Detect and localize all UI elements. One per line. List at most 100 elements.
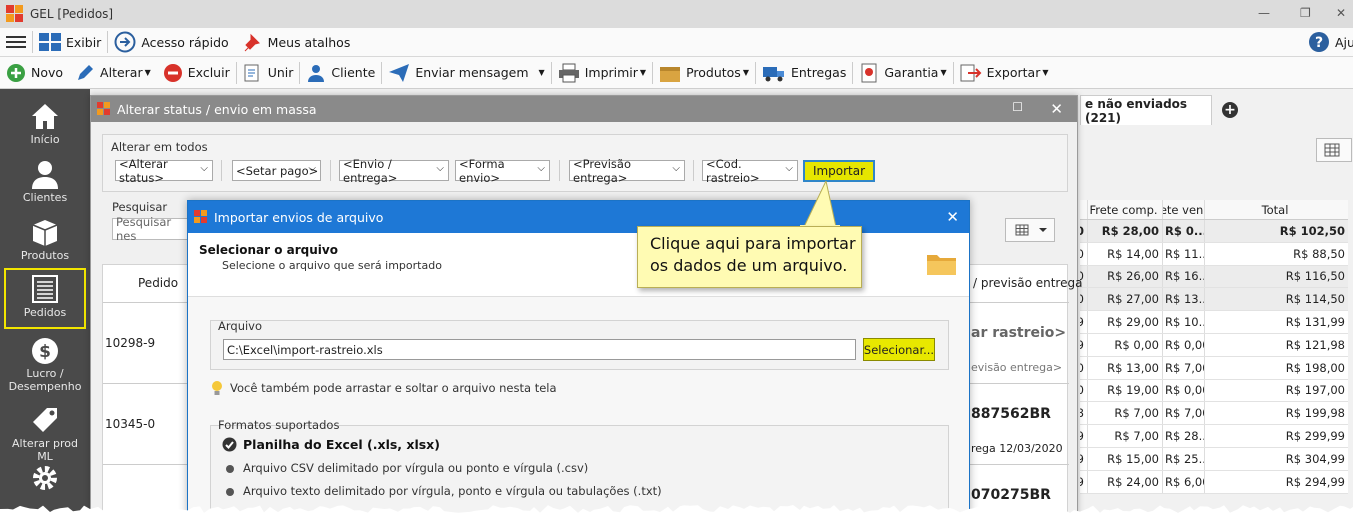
garantia-button[interactable]: Garantia ▼ <box>853 57 952 88</box>
selecionar-button[interactable]: Selecionar... <box>863 338 935 361</box>
table-cell: R$ 11... <box>1163 242 1205 265</box>
lightbulb-icon <box>212 381 222 395</box>
table-row[interactable]: 9R$ 7,00R$ 28... R$ 299,99 <box>1080 425 1348 448</box>
toolbar-actions: Novo Alterar ▼ Excluir Unir Cliente Envia… <box>0 57 1353 89</box>
table-cell: R$ 10... <box>1163 311 1205 333</box>
forma-envio-select[interactable]: <Forma envio> ⌵ <box>455 157 550 185</box>
entregas-button[interactable]: Entregas <box>756 57 852 88</box>
caret-down-icon: ▼ <box>538 68 545 77</box>
table-cell: R$ 304,99 <box>1285 451 1345 466</box>
novo-button[interactable]: Novo <box>0 57 69 88</box>
sidebar-item-label: Produtos <box>20 249 70 262</box>
help-label: Aju <box>1335 34 1353 50</box>
table-row[interactable]: 0R$ 26,00R$ 16...R$ 116,50 <box>1080 265 1348 289</box>
alterar-status-select[interactable]: <Alterar status> ⌵ <box>115 157 213 185</box>
table-row-pedido[interactable]: 10298-9 <box>105 336 155 350</box>
enviar-mensagem-button[interactable]: Enviar mensagem ▼ <box>382 57 550 88</box>
table-row[interactable]: 9R$ 29,00R$ 10... R$ 131,99 <box>1080 311 1348 334</box>
table-cell: R$ 13... <box>1163 288 1205 311</box>
table-row[interactable]: 9R$ 0,00R$ 0,00R$ 121,98 <box>1080 333 1348 357</box>
meus-atalhos-button[interactable]: Meus atalhos <box>235 28 357 56</box>
grid-options-button[interactable] <box>1316 138 1352 162</box>
table-cell: 9 <box>1080 447 1088 470</box>
importar-button[interactable]: Importar <box>803 160 875 182</box>
maximize-icon[interactable]: ❐ <box>1300 6 1311 20</box>
format-item[interactable]: Arquivo texto delimitado por vírgula, po… <box>243 484 662 498</box>
arquivo-label: Arquivo <box>218 319 263 333</box>
table-row[interactable]: 0R$ 27,00R$ 13... R$ 114,50 <box>1080 288 1348 312</box>
table-row[interactable]: 0R$ 13,00R$ 7,00 R$ 198,00 <box>1080 356 1348 380</box>
exibir-button[interactable]: Exibir <box>33 28 107 56</box>
plus-circle-icon <box>7 63 25 82</box>
sidebar-item-clientes[interactable]: Clientes <box>4 155 86 213</box>
arquivo-input[interactable]: C:\Excel\import-rastreio.xls <box>223 339 856 360</box>
sidebar-item-pedidos[interactable]: Pedidos <box>4 268 86 329</box>
tab-nao-enviados[interactable]: e não enviados (221) <box>1080 95 1212 125</box>
cliente-label: Cliente <box>331 65 376 80</box>
excluir-button[interactable]: Excluir <box>157 57 236 88</box>
caret-down-icon: ▼ <box>639 68 647 77</box>
user-icon <box>32 161 58 189</box>
previsao-header: / previsão entrega <box>973 276 1083 290</box>
sidebar-item-lucro[interactable]: $ Lucro / Desempenho <box>4 333 86 395</box>
table-row-rastreio[interactable]: 887562BR <box>971 406 1051 422</box>
table-cell: 0 <box>1080 356 1088 379</box>
table-row[interactable]: 9R$ 24,00R$ 6,00 R$ 294,99 <box>1080 470 1348 494</box>
grid-options-button[interactable] <box>1005 218 1055 242</box>
sidebar-item-label: Lucro / Desempenho <box>8 367 82 393</box>
app-logo-icon <box>97 102 111 116</box>
table-row[interactable]: 0R$ 14,00R$ 11... R$ 88,50 <box>1080 242 1348 266</box>
grid-view-icon <box>39 33 61 51</box>
previsao-entrega-select[interactable]: <Previsão entrega> ⌵ <box>569 157 685 185</box>
search-input[interactable]: Pesquisar nes <box>112 215 192 243</box>
add-tab-icon[interactable]: + <box>1222 102 1238 118</box>
close-icon[interactable]: ✕ <box>1050 100 1063 118</box>
help-icon: ? <box>1309 32 1329 52</box>
orders-table-right: Frete comp. rete vend Total 0R$ 28,00R$ … <box>1080 200 1348 494</box>
table-cell: R$ 198,00 <box>1285 360 1345 375</box>
hamburger-menu-button[interactable] <box>0 28 32 56</box>
cliente-button[interactable]: Cliente <box>300 57 381 88</box>
table-cell: R$ 15,00 <box>1088 447 1163 470</box>
table-row-previsao[interactable]: rega 12/03/2020 <box>971 442 1063 455</box>
chevron-down-icon: ⌵ <box>308 163 316 174</box>
minimize-icon[interactable]: — <box>1258 6 1270 20</box>
table-row[interactable]: 9R$ 15,00R$ 25... R$ 304,99 <box>1080 447 1348 471</box>
table-cell: R$ 26,00 <box>1088 265 1163 288</box>
app-title: GEL [Pedidos] <box>30 7 114 21</box>
table-row[interactable]: 0R$ 28,00R$ 0... R$ 102,50 <box>1080 220 1348 243</box>
table-row-rastreio[interactable]: ar rastreio> <box>971 325 1066 341</box>
unir-button[interactable]: Unir <box>237 57 300 88</box>
close-app-icon[interactable]: ✕ <box>1336 6 1346 20</box>
format-item[interactable]: Arquivo CSV delimitado por vírgula ou po… <box>243 461 588 475</box>
sidebar-item-alterar-prod-ml[interactable]: Alterar prod ML <box>4 401 86 463</box>
table-row-pedido[interactable]: 10345-0 <box>105 417 155 431</box>
imprimir-button[interactable]: Imprimir ▼ <box>552 57 652 88</box>
table-row-previsao[interactable]: evisão entrega> <box>971 361 1062 374</box>
table-cell: 9 <box>1080 425 1088 447</box>
exportar-button[interactable]: Exportar ▼ <box>954 57 1055 88</box>
envio-entrega-select[interactable]: <Envio / entrega> ⌵ <box>339 157 449 185</box>
package-icon <box>660 66 681 82</box>
format-item[interactable]: Planilha do Excel (.xls, xlsx) <box>243 437 440 452</box>
close-icon[interactable]: ✕ <box>946 208 959 226</box>
table-cell: R$ 0,00 <box>1163 379 1205 402</box>
sidebar-item-produtos[interactable]: Produtos <box>4 213 86 271</box>
sidebar-item-inicio[interactable]: Início <box>4 97 86 155</box>
table-cell: R$ 14,00 <box>1088 242 1163 265</box>
caret-down-icon: ▼ <box>940 68 947 77</box>
table-cell: R$ 88,50 <box>1293 246 1345 261</box>
list-icon <box>32 275 58 303</box>
help-button[interactable]: ? Aju <box>1302 28 1353 56</box>
acesso-rapido-button[interactable]: Acesso rápido <box>108 28 234 56</box>
table-row[interactable]: 0R$ 19,00R$ 0,00 R$ 197,00 <box>1080 379 1348 403</box>
setar-pago-select[interactable]: <Setar pago> ⌵ <box>232 160 321 181</box>
table-row[interactable]: 8R$ 7,00R$ 7,00R$ 199,98 <box>1080 402 1348 426</box>
table-cell: R$ 27,00 <box>1088 288 1163 311</box>
alterar-button[interactable]: Alterar ▼ <box>69 57 157 88</box>
cod-rastreio-select[interactable]: <Cod. rastreio> ⌵ <box>702 157 798 185</box>
maximize-icon[interactable]: ☐ <box>1012 100 1023 114</box>
table-cell: R$ 0,00 <box>1088 333 1163 356</box>
table-cell: R$ 7,00 <box>1163 356 1205 379</box>
produtos-button[interactable]: Produtos ▼ <box>653 57 755 88</box>
